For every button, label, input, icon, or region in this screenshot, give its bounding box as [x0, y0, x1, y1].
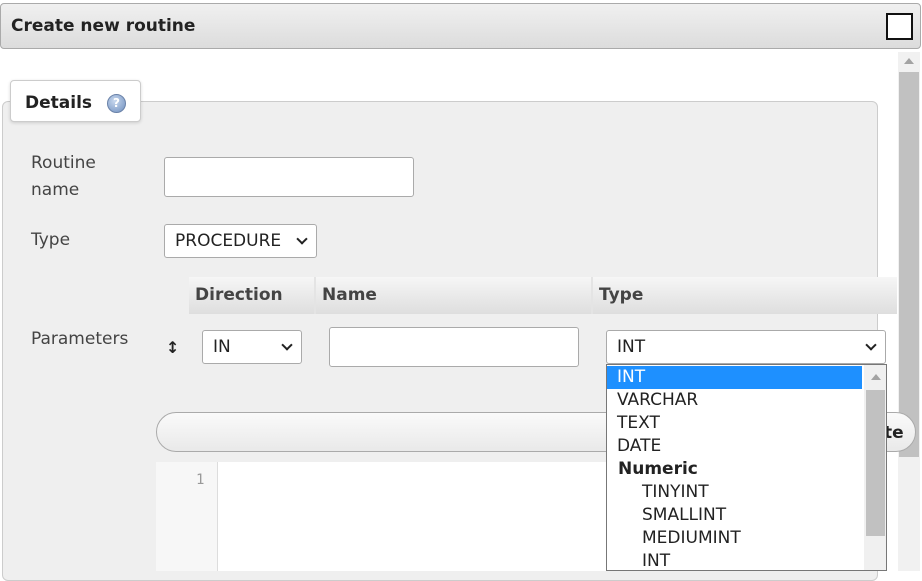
- dropdown-option[interactable]: VARCHAR: [607, 389, 862, 412]
- dropdown-group-label: Numeric: [618, 459, 698, 479]
- param-direction-value: IN: [213, 337, 231, 357]
- type-dropdown-list[interactable]: INT VARCHAR TEXT DATE Numeric TINYINT SM…: [606, 364, 887, 571]
- dropdown-option[interactable]: SMALLINT: [607, 504, 862, 527]
- dropdown-option[interactable]: INT: [607, 550, 862, 570]
- chevron-down-icon: [296, 233, 308, 245]
- routine-type-select[interactable]: PROCEDURE: [164, 224, 317, 258]
- parameters-label: Parameters: [31, 329, 129, 349]
- dialog-title: Create new routine: [11, 16, 196, 36]
- dialog-titlebar[interactable]: Create new routine: [0, 3, 921, 49]
- help-icon[interactable]: ?: [107, 94, 126, 113]
- routine-name-label: Routine name: [31, 153, 96, 200]
- dropdown-option[interactable]: MEDIUMINT: [607, 527, 862, 550]
- drag-handle-icon[interactable]: ↕: [166, 338, 179, 357]
- editor-gutter: 1: [156, 462, 218, 571]
- routine-name-input[interactable]: [164, 157, 414, 197]
- param-name-input[interactable]: [329, 327, 579, 367]
- param-col-type: Type: [593, 277, 897, 314]
- param-type-select[interactable]: INT: [606, 330, 886, 364]
- maximize-button[interactable]: [886, 13, 913, 40]
- create-routine-dialog: Create new routine Details ? Routine nam…: [0, 0, 922, 581]
- dropdown-option[interactable]: DATE: [607, 435, 862, 458]
- tab-details[interactable]: Details ?: [10, 80, 141, 122]
- chevron-down-icon: [281, 339, 293, 351]
- line-number: 1: [196, 472, 205, 488]
- dropdown-option[interactable]: TEXT: [607, 412, 862, 435]
- type-label: Type: [31, 230, 71, 250]
- chevron-down-icon: [865, 339, 877, 351]
- param-direction-select[interactable]: IN: [202, 330, 302, 364]
- tab-details-label: Details: [25, 93, 93, 113]
- dialog-scrollbar[interactable]: [898, 52, 920, 571]
- routine-type-value: PROCEDURE: [175, 231, 282, 251]
- scroll-up-arrow-icon[interactable]: [904, 58, 914, 64]
- dropdown-scrollbar-thumb[interactable]: [866, 390, 885, 536]
- scrollbar-thumb[interactable]: [899, 72, 919, 457]
- param-type-value: INT: [617, 337, 646, 357]
- dropdown-scrollbar[interactable]: [864, 365, 886, 570]
- dropdown-option[interactable]: TINYINT: [607, 481, 862, 504]
- param-col-direction: Direction: [189, 277, 314, 314]
- scroll-up-arrow-icon[interactable]: [871, 374, 881, 380]
- param-col-name: Name: [316, 277, 591, 314]
- dropdown-option[interactable]: INT: [607, 366, 862, 389]
- parameters-header: Direction Name Type: [189, 277, 897, 314]
